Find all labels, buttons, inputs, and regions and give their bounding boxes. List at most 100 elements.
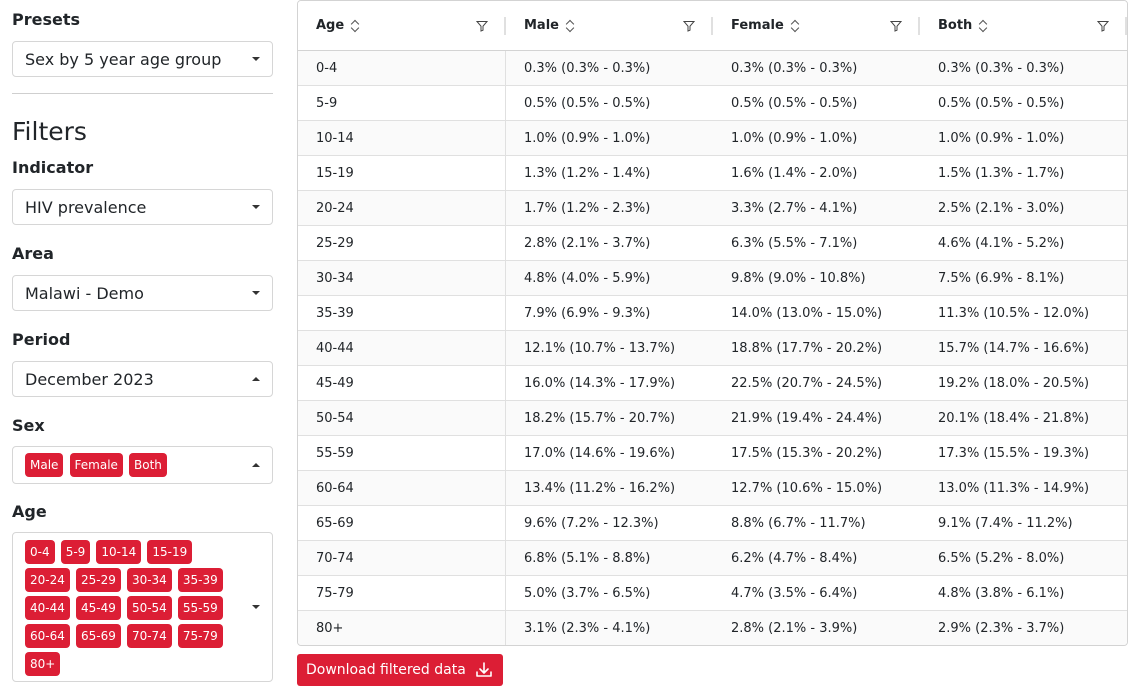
indicator-label: Indicator xyxy=(12,158,94,177)
sex-chip[interactable]: Male xyxy=(25,453,64,477)
table-row[interactable]: 40-44 12.1% (10.7% - 13.7%) 18.8% (17.7% -… xyxy=(298,331,1127,366)
age-chip[interactable]: 80+ xyxy=(25,652,61,676)
table-cell: 80+ xyxy=(298,611,506,645)
age-chip[interactable]: 30-34 xyxy=(126,568,172,592)
table-row[interactable]: 55-59 17.0% (14.6% - 19.6%) 17.5% (15.3% -… xyxy=(298,436,1127,471)
table-cell: 1.0% (0.9% - 1.0%) xyxy=(731,130,858,146)
table-cell: 75-79 xyxy=(298,576,506,610)
table-cell: 14.0% (13.0% - 15.0%) xyxy=(731,305,883,321)
table-body: 0-4 0.3% (0.3% - 0.3%) 0.3% (0.3% - 0.3%) 0… xyxy=(298,51,1127,645)
filter-icon[interactable] xyxy=(683,20,695,32)
table-cell: 1.7% (1.2% - 2.3%) xyxy=(524,200,651,216)
table-row[interactable]: 5-9 0.5% (0.5% - 0.5%) 0.5% (0.5% - 0.5%) 0… xyxy=(298,86,1127,121)
table-cell: 5-9 xyxy=(298,86,506,120)
table-cell: 0.5% (0.5% - 0.5%) xyxy=(938,95,1065,111)
chevron-down-icon xyxy=(252,205,260,209)
age-chip[interactable]: 15-19 xyxy=(147,540,193,564)
column-header-both[interactable]: Both xyxy=(920,1,1127,50)
column-header-female[interactable]: Female xyxy=(713,1,920,50)
table-cell: 45-49 xyxy=(298,366,506,400)
age-chip[interactable]: 45-49 xyxy=(75,596,121,620)
table-cell: 35-39 xyxy=(298,296,506,330)
period-value: December 2023 xyxy=(25,369,154,389)
period-select[interactable]: December 2023 xyxy=(12,361,273,397)
table-row[interactable]: 25-29 2.8% (2.1% - 3.7%) 6.3% (5.5% - 7.1%… xyxy=(298,226,1127,261)
table-cell: 17.5% (15.3% - 20.2%) xyxy=(731,445,883,461)
table-row[interactable]: 0-4 0.3% (0.3% - 0.3%) 0.3% (0.3% - 0.3%) 0… xyxy=(298,51,1127,86)
table-row[interactable]: 80+ 3.1% (2.3% - 4.1%) 2.8% (2.1% - 3.9%) 2… xyxy=(298,611,1127,645)
table-row[interactable]: 10-14 1.0% (0.9% - 1.0%) 1.0% (0.9% - 1.0%… xyxy=(298,121,1127,156)
age-chip[interactable]: 0-4 xyxy=(25,540,55,564)
period-label: Period xyxy=(12,330,71,349)
age-chip[interactable]: 5-9 xyxy=(60,540,91,564)
table-cell: 7.5% (6.9% - 8.1%) xyxy=(938,270,1065,286)
age-chip[interactable]: 50-54 xyxy=(126,596,172,620)
age-chip[interactable]: 20-24 xyxy=(25,568,70,592)
presets-value: Sex by 5 year age group xyxy=(25,49,222,69)
filter-icon[interactable] xyxy=(890,20,902,32)
table-cell: 1.6% (1.4% - 2.0%) xyxy=(731,165,858,181)
sort-icon[interactable] xyxy=(790,19,800,33)
table-row[interactable]: 30-34 4.8% (4.0% - 5.9%) 9.8% (9.0% - 10.8… xyxy=(298,261,1127,296)
table-cell: 0.5% (0.5% - 0.5%) xyxy=(524,95,651,111)
table-cell: 2.5% (2.1% - 3.0%) xyxy=(938,200,1065,216)
chevron-down-icon xyxy=(252,57,260,61)
table-row[interactable]: 20-24 1.7% (1.2% - 2.3%) 3.3% (2.7% - 4.1%… xyxy=(298,191,1127,226)
table-row[interactable]: 75-79 5.0% (3.7% - 6.5%) 4.7% (3.5% - 6.4%… xyxy=(298,576,1127,611)
table-cell: 55-59 xyxy=(298,436,506,470)
chevron-up-icon xyxy=(252,377,260,381)
table-cell: 9.6% (7.2% - 12.3%) xyxy=(524,515,659,531)
filter-icon[interactable] xyxy=(476,20,488,32)
table-row[interactable]: 45-49 16.0% (14.3% - 17.9%) 22.5% (20.7% -… xyxy=(298,366,1127,401)
table-cell: 60-64 xyxy=(298,471,506,505)
table-cell: 17.3% (15.5% - 19.3%) xyxy=(938,445,1090,461)
sex-chip[interactable]: Both xyxy=(129,453,167,477)
chevron-down-icon xyxy=(252,605,260,609)
table-cell: 21.9% (19.4% - 24.4%) xyxy=(731,410,883,426)
sort-icon[interactable] xyxy=(979,19,988,33)
age-chip[interactable]: 60-64 xyxy=(25,624,70,648)
table-cell: 0-4 xyxy=(298,51,506,85)
download-filtered-data-button[interactable]: Download filtered data xyxy=(297,654,503,686)
chevron-up-icon xyxy=(252,463,260,467)
column-header-male[interactable]: Male xyxy=(506,1,713,50)
table-row[interactable]: 35-39 7.9% (6.9% - 9.3%) 14.0% (13.0% - 15… xyxy=(298,296,1127,331)
indicator-value: HIV prevalence xyxy=(25,197,147,217)
age-multiselect[interactable]: 0-4 5-9 10-14 15-19 20-24 25-29 30-34 35… xyxy=(12,532,273,682)
area-select[interactable]: Malawi - Demo xyxy=(12,275,273,311)
age-chip[interactable]: 40-44 xyxy=(25,596,70,620)
age-chip[interactable]: 10-14 xyxy=(96,540,142,564)
filter-icon[interactable] xyxy=(1097,20,1109,32)
table-cell: 1.5% (1.3% - 1.7%) xyxy=(938,165,1065,181)
age-chip[interactable]: 75-79 xyxy=(177,624,223,648)
age-chip[interactable]: 35-39 xyxy=(177,568,223,592)
table-row[interactable]: 65-69 9.6% (7.2% - 12.3%) 8.8% (6.7% - 11.… xyxy=(298,506,1127,541)
column-header-label: Age xyxy=(316,18,345,33)
age-label: Age xyxy=(12,502,47,521)
age-chip[interactable]: 25-29 xyxy=(75,568,121,592)
table-row[interactable]: 60-64 13.4% (11.2% - 16.2%) 12.7% (10.6% -… xyxy=(298,471,1127,506)
table-cell: 11.3% (10.5% - 12.0%) xyxy=(938,305,1090,321)
sort-icon[interactable] xyxy=(565,19,575,33)
sex-multiselect[interactable]: Male Female Both xyxy=(12,446,273,484)
presets-select[interactable]: Sex by 5 year age group xyxy=(12,41,273,77)
data-table: Age Male Female Both 0-4 0.3% (0.3% - 0.3… xyxy=(297,0,1128,646)
column-header-label: Female xyxy=(731,18,784,33)
age-chip[interactable]: 65-69 xyxy=(75,624,121,648)
sex-label: Sex xyxy=(12,416,45,435)
indicator-select[interactable]: HIV prevalence xyxy=(12,189,273,225)
column-header-age[interactable]: Age xyxy=(298,1,506,50)
table-cell: 18.8% (17.7% - 20.2%) xyxy=(731,340,883,356)
table-cell: 2.8% (2.1% - 3.7%) xyxy=(524,235,651,251)
table-header: Age Male Female Both xyxy=(298,1,1127,51)
table-row[interactable]: 50-54 18.2% (15.7% - 20.7%) 21.9% (19.4% -… xyxy=(298,401,1127,436)
table-row[interactable]: 70-74 6.8% (5.1% - 8.8%) 6.2% (4.7% - 8.4%… xyxy=(298,541,1127,576)
sex-chip[interactable]: Female xyxy=(69,453,123,477)
sort-icon[interactable] xyxy=(350,19,360,33)
age-chip[interactable]: 55-59 xyxy=(177,596,223,620)
column-separator[interactable] xyxy=(1125,17,1127,35)
table-cell: 22.5% (20.7% - 24.5%) xyxy=(731,375,883,391)
column-header-label: Male xyxy=(524,18,559,33)
age-chip[interactable]: 70-74 xyxy=(126,624,172,648)
table-row[interactable]: 15-19 1.3% (1.2% - 1.4%) 1.6% (1.4% - 2.0%… xyxy=(298,156,1127,191)
